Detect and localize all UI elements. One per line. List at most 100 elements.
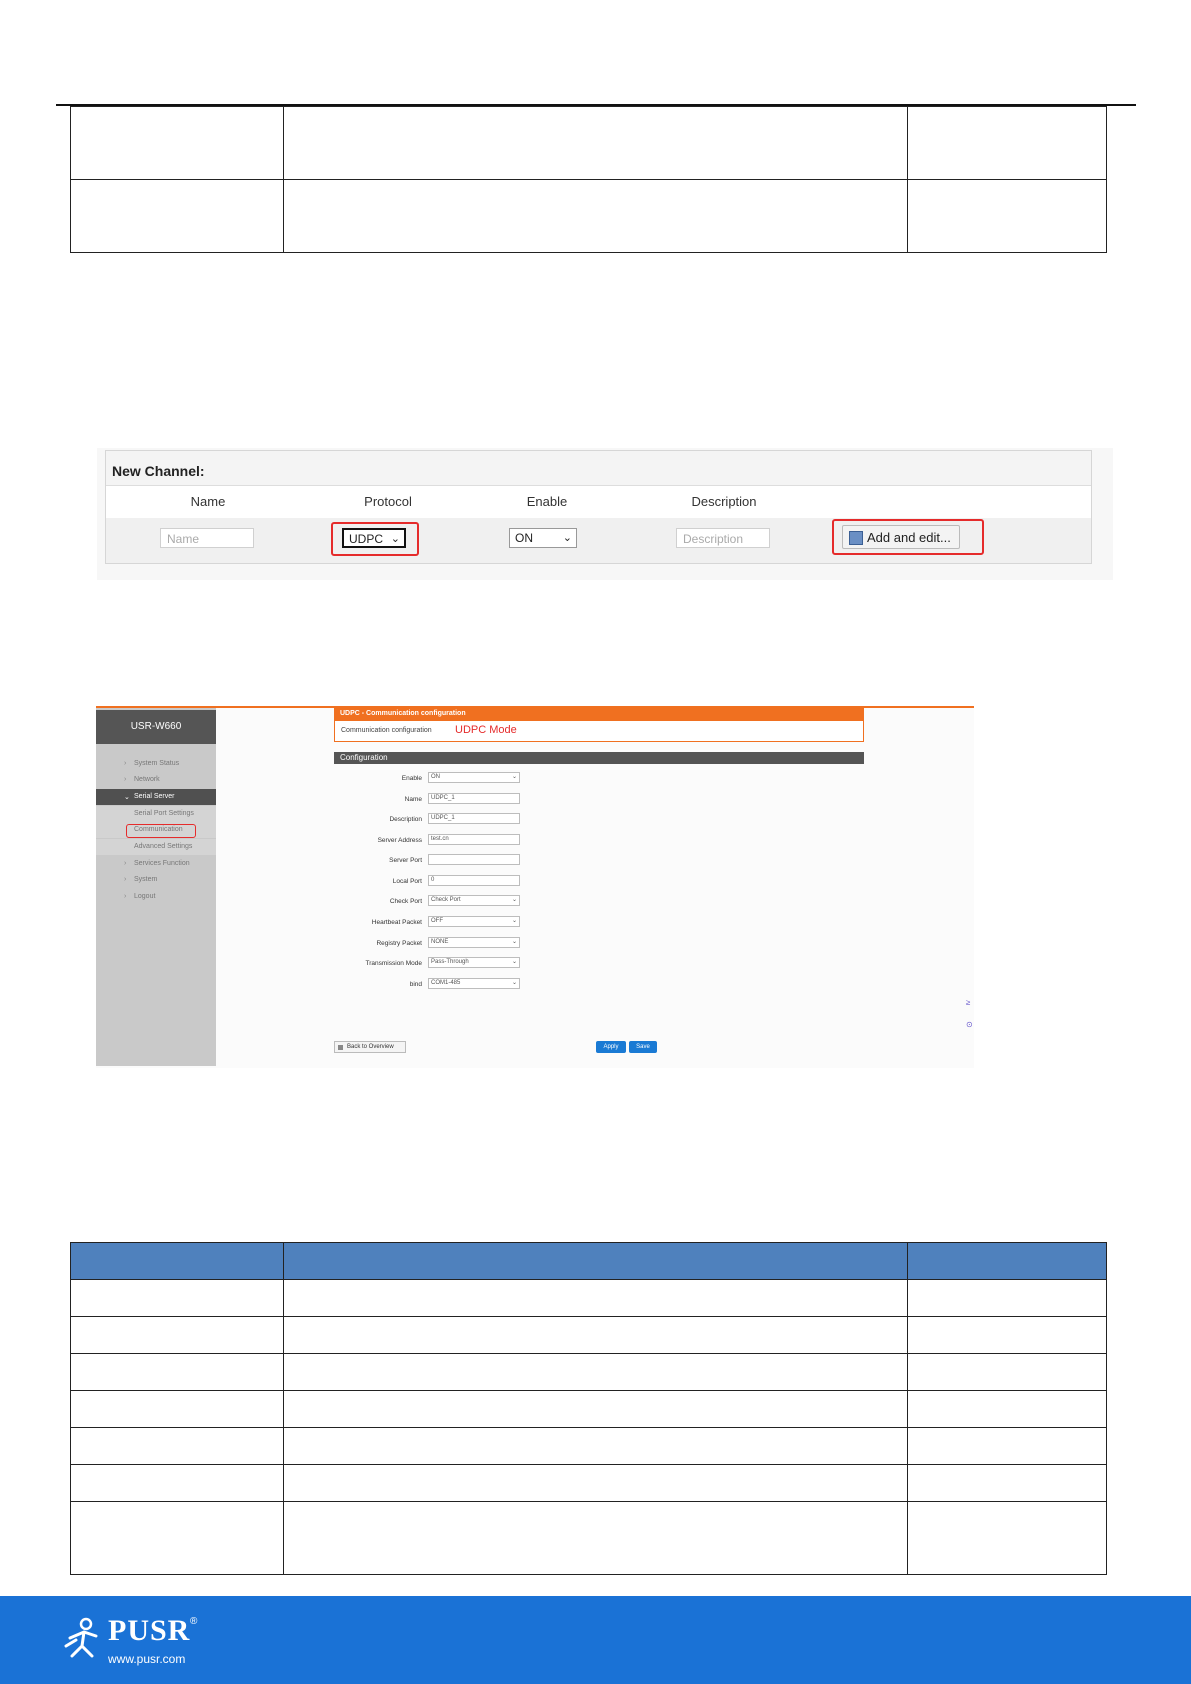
parameter-table-continued — [70, 106, 1107, 253]
column-enable-header: Enable — [526, 494, 568, 509]
table-row — [70, 1279, 1107, 1317]
udpc-config-screenshot: USR-W660 › System Status › Network ⌄ Serial… — [96, 706, 974, 1068]
field-value: Check Port — [431, 897, 461, 903]
back-to-overview-button[interactable]: Back to Overview — [334, 1041, 406, 1053]
add-and-edit-button[interactable]: Add and edit... — [842, 525, 960, 549]
table-row — [70, 1353, 1107, 1391]
udpc-banner-title: UDPC - Communication configuration — [334, 708, 864, 720]
save-button[interactable]: Save — [629, 1041, 657, 1053]
protocol-select[interactable]: UDPC ⌄ — [342, 528, 406, 548]
back-icon — [338, 1045, 343, 1050]
server-port-input[interactable] — [428, 854, 520, 865]
enable-select[interactable]: ON ⌄ — [428, 772, 520, 783]
registry-packet-select[interactable]: NONE ⌄ — [428, 937, 520, 948]
sidebar: USR-W660 › System Status › Network ⌄ Serial… — [96, 708, 216, 1066]
chevron-right-icon: › — [124, 776, 127, 783]
configuration-section-title: Configuration — [334, 752, 864, 764]
check-port-select[interactable]: Check Port ⌄ — [428, 895, 520, 906]
transmission-mode-select[interactable]: Pass-Through ⌄ — [428, 957, 520, 968]
side-help-icon[interactable]: ⊙ — [966, 1020, 973, 1029]
table-row — [70, 106, 1107, 180]
field-enable: Enable ON ⌄ — [334, 772, 534, 785]
sidebar-item-system[interactable]: › System — [96, 872, 216, 888]
brand-url: www.pusr.com — [108, 1652, 186, 1666]
field-value: NONE — [431, 939, 449, 945]
new-channel-title: New Channel: — [112, 463, 205, 479]
chevron-down-icon: ⌄ — [511, 774, 517, 780]
brand-name: PUSR — [108, 1614, 191, 1647]
field-value: COM1-485 — [431, 980, 461, 986]
field-bind: bind COM1-485 ⌄ — [334, 978, 534, 991]
udpc-mode-annotation: UDPC Mode — [455, 724, 517, 736]
chevron-down-icon: ⌄ — [562, 532, 572, 544]
chevron-down-icon: ⌄ — [390, 533, 400, 545]
chevron-down-icon: ⌄ — [511, 918, 517, 924]
sidebar-item-advanced-settings[interactable]: Advanced Settings — [96, 839, 216, 855]
sidebar-item-system-status[interactable]: › System Status — [96, 756, 216, 772]
table-row — [70, 1390, 1107, 1428]
table-row — [70, 1501, 1107, 1575]
enable-select[interactable]: ON ⌄ — [509, 528, 577, 548]
heartbeat-packet-select[interactable]: OFF ⌄ — [428, 916, 520, 927]
sidebar-item-services-function[interactable]: › Services Function — [96, 856, 216, 872]
table-header-row — [70, 1242, 1107, 1280]
field-name: Name UDPC_1 — [334, 793, 534, 806]
field-label: Transmission Mode — [365, 960, 422, 967]
field-label: Heartbeat Packet — [371, 919, 422, 926]
table-row — [70, 1464, 1107, 1502]
description-input[interactable]: UDPC_1 — [428, 813, 520, 824]
field-description: Description UDPC_1 — [334, 813, 534, 826]
name-input[interactable]: UDPC_1 — [428, 793, 520, 804]
chevron-down-icon: ⌄ — [511, 897, 517, 903]
field-label: Check Port — [389, 898, 422, 905]
table-row — [70, 1316, 1107, 1354]
sidebar-item-network[interactable]: › Network — [96, 772, 216, 788]
field-label: Server Address — [377, 837, 422, 844]
field-label: Enable — [401, 775, 422, 782]
protocol-value: UDPC — [349, 532, 384, 546]
chevron-right-icon: › — [124, 876, 127, 883]
column-protocol-header: Protocol — [364, 494, 412, 509]
footer-bar: PUSR ® www.pusr.com — [0, 1596, 1191, 1684]
communication-highlight — [126, 824, 196, 838]
field-registry-packet: Registry Packet NONE ⌄ — [334, 937, 534, 950]
apply-button[interactable]: Apply — [596, 1041, 626, 1053]
local-port-input[interactable]: 0 — [428, 875, 520, 886]
chevron-down-icon: ⌄ — [511, 939, 517, 945]
device-name: USR-W660 — [96, 710, 216, 744]
field-server-address: Server Address test.cn — [334, 834, 534, 847]
chevron-right-icon: › — [124, 893, 127, 900]
sidebar-item-logout[interactable]: › Logout — [96, 889, 216, 905]
field-value: ON — [431, 774, 440, 780]
field-local-port: Local Port 0 — [334, 875, 534, 888]
table-row — [70, 1427, 1107, 1465]
column-description-header: Description — [691, 494, 757, 509]
config-content: UDPC - Communication configuration Commu… — [216, 708, 974, 1066]
table-row — [70, 179, 1107, 253]
pusr-logo-icon — [64, 1617, 98, 1658]
back-button-label: Back to Overview — [347, 1044, 394, 1050]
new-channel-screenshot: New Channel: Name Protocol Enable Descri… — [97, 448, 1113, 580]
field-label: Description — [389, 816, 422, 823]
name-input[interactable]: Name — [160, 528, 254, 548]
chevron-down-icon: ⌄ — [511, 959, 517, 965]
chevron-right-icon: › — [124, 760, 127, 767]
field-label: Name — [404, 796, 422, 803]
registered-mark: ® — [190, 1616, 198, 1627]
bind-select[interactable]: COM1-485 ⌄ — [428, 978, 520, 989]
sidebar-item-serial-port-settings[interactable]: Serial Port Settings — [96, 806, 216, 822]
chevron-down-icon: ⌄ — [511, 980, 517, 986]
column-name-header: Name — [190, 494, 226, 509]
field-label: Local Port — [392, 878, 422, 885]
udpc-banner-description: Communication configuration — [341, 727, 432, 734]
chevron-right-icon: › — [124, 860, 127, 867]
description-input[interactable]: Description — [676, 528, 770, 548]
side-tool-icon[interactable]: ≥ — [966, 998, 970, 1007]
chevron-down-icon: ⌄ — [124, 794, 130, 801]
field-label: Server Port — [389, 857, 422, 864]
sidebar-item-serial-server[interactable]: ⌄ Serial Server — [96, 789, 216, 805]
field-label: bind — [409, 981, 422, 988]
field-value: OFF — [431, 918, 443, 924]
server-address-input[interactable]: test.cn — [428, 834, 520, 845]
add-button-label: Add and edit... — [867, 530, 951, 545]
